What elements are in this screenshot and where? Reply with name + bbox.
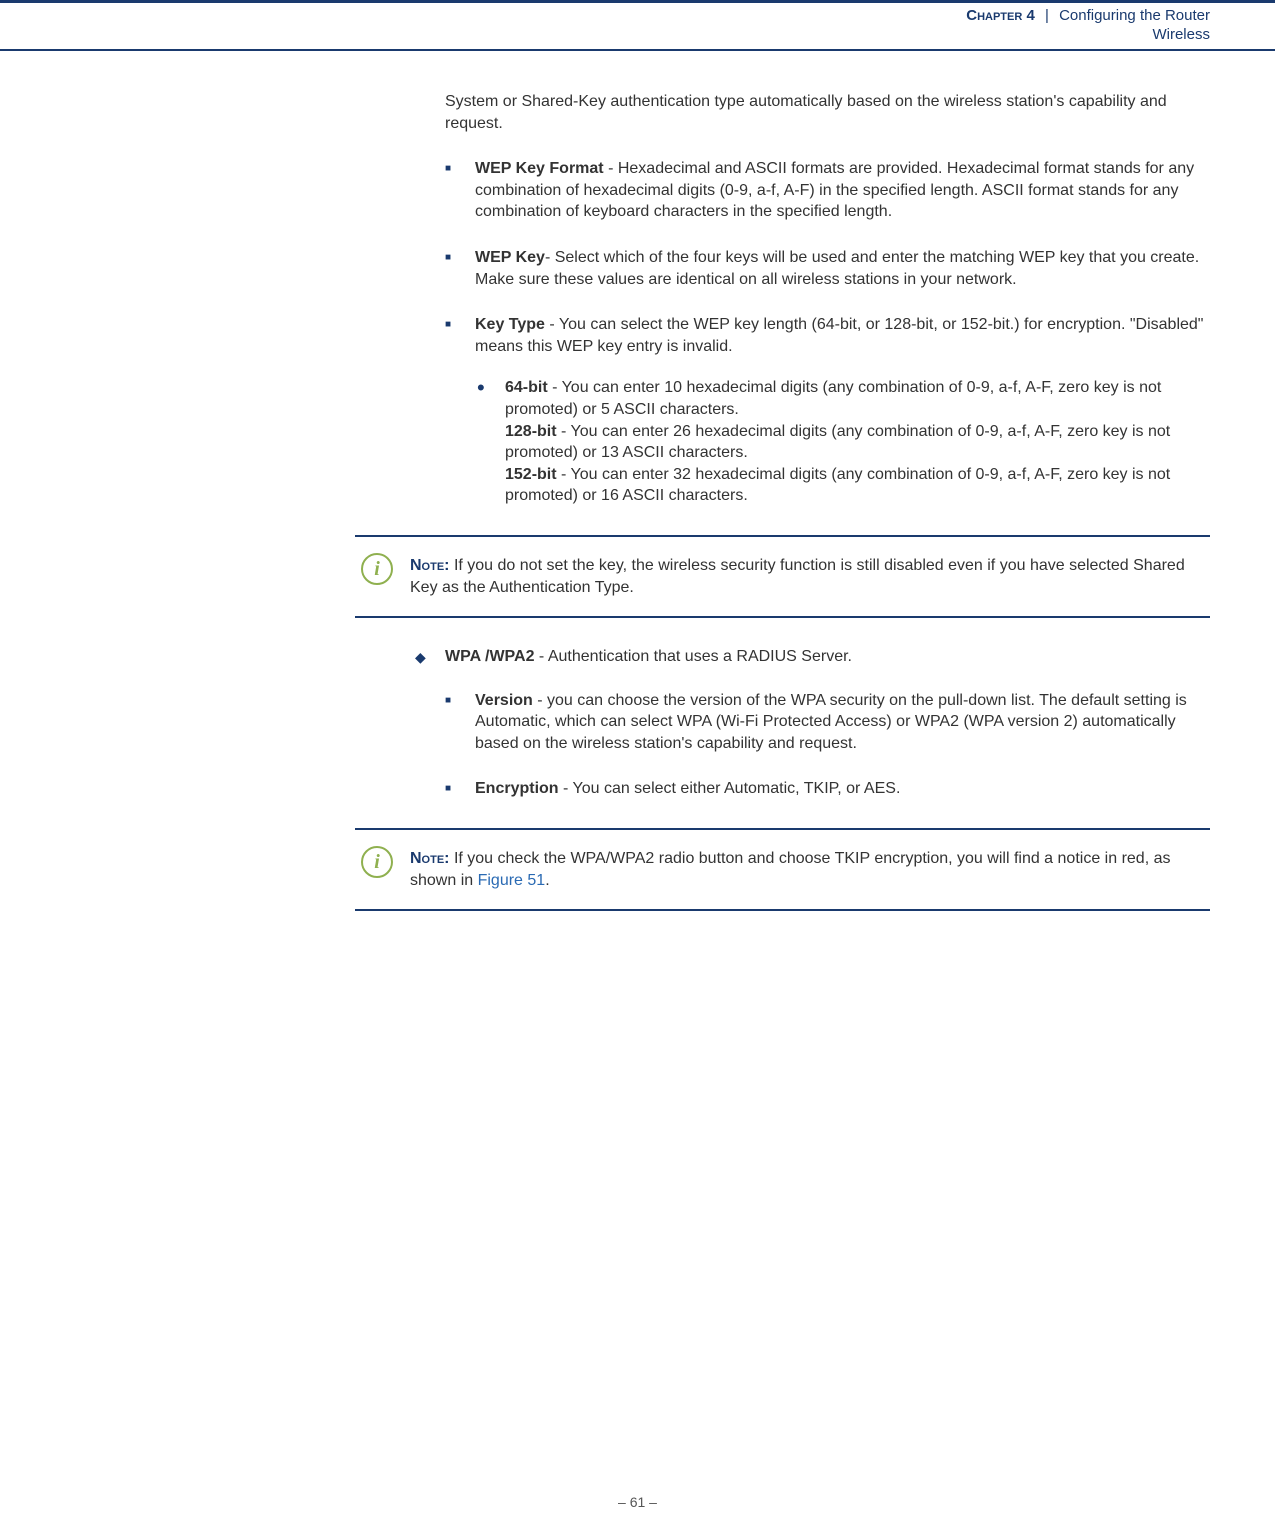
info-icon: i [361, 846, 393, 878]
figure-link[interactable]: Figure 51 [478, 872, 546, 889]
wep-option-list: WEP Key Format - Hexadecimal and ASCII f… [445, 158, 1210, 507]
text-128bit: - You can enter 26 hexadecimal digits (a… [505, 423, 1170, 462]
note-2-text-after: . [545, 872, 549, 889]
label-152bit: 152-bit [505, 466, 557, 483]
text-key-type: - You can select the WEP key length (64-… [475, 316, 1203, 355]
text-encryption: - You can select either Automatic, TKIP,… [559, 780, 901, 797]
text-64bit: - You can enter 10 hexadecimal digits (a… [505, 379, 1161, 418]
item-wep-key-format: WEP Key Format - Hexadecimal and ASCII f… [445, 158, 1210, 223]
page-content: System or Shared-Key authentication type… [355, 91, 1210, 911]
info-icon: i [361, 553, 393, 585]
note-block-2: i Note: If you check the WPA/WPA2 radio … [355, 828, 1210, 911]
page-header: Chapter 4 | Configuring the Router Wirel… [0, 0, 1275, 51]
item-bit-lengths: 64-bit - You can enter 10 hexadecimal di… [475, 377, 1210, 507]
note-2-content: Note: If you check the WPA/WPA2 radio bu… [410, 848, 1210, 891]
item-encryption: Encryption - You can select either Autom… [445, 778, 1210, 800]
header-subtitle: Wireless [0, 26, 1210, 43]
header-separator: | [1045, 7, 1049, 24]
key-type-sublist: 64-bit - You can enter 10 hexadecimal di… [475, 377, 1210, 507]
text-wep-key: - Select which of the four keys will be … [475, 249, 1199, 288]
item-version: Version - you can choose the version of … [445, 690, 1210, 755]
label-encryption: Encryption [475, 780, 559, 797]
note-1-label: Note: [410, 557, 450, 574]
note-1-text: If you do not set the key, the wireless … [410, 557, 1185, 596]
text-version: - you can choose the version of the WPA … [475, 692, 1187, 752]
item-wep-key: WEP Key- Select which of the four keys w… [445, 247, 1210, 290]
note-block-1: i Note: If you do not set the key, the w… [355, 535, 1210, 618]
wpa-sublist: Version - you can choose the version of … [445, 690, 1210, 800]
intro-paragraph: System or Shared-Key authentication type… [445, 91, 1210, 134]
text-152bit: - You can enter 32 hexadecimal digits (a… [505, 466, 1170, 505]
chapter-label: Chapter 4 [966, 7, 1035, 24]
label-64bit: 64-bit [505, 379, 548, 396]
label-128bit: 128-bit [505, 423, 557, 440]
header-chapter-line: Chapter 4 | Configuring the Router [0, 7, 1210, 24]
header-title: Configuring the Router [1059, 7, 1210, 24]
page-footer: – 61 – [0, 1494, 1275, 1510]
note-2-label: Note: [410, 850, 450, 867]
label-version: Version [475, 692, 533, 709]
label-key-type: Key Type [475, 316, 545, 333]
wpa-list: WPA /WPA2 - Authentication that uses a R… [415, 646, 1210, 800]
label-wpa: WPA /WPA2 [445, 648, 534, 665]
note-1-content: Note: If you do not set the key, the wir… [410, 555, 1210, 598]
text-wpa: - Authentication that uses a RADIUS Serv… [534, 648, 852, 665]
item-wpa: WPA /WPA2 - Authentication that uses a R… [415, 646, 1210, 800]
label-wep-key: WEP Key [475, 249, 545, 266]
item-key-type: Key Type - You can select the WEP key le… [445, 314, 1210, 507]
label-wep-key-format: WEP Key Format [475, 160, 604, 177]
